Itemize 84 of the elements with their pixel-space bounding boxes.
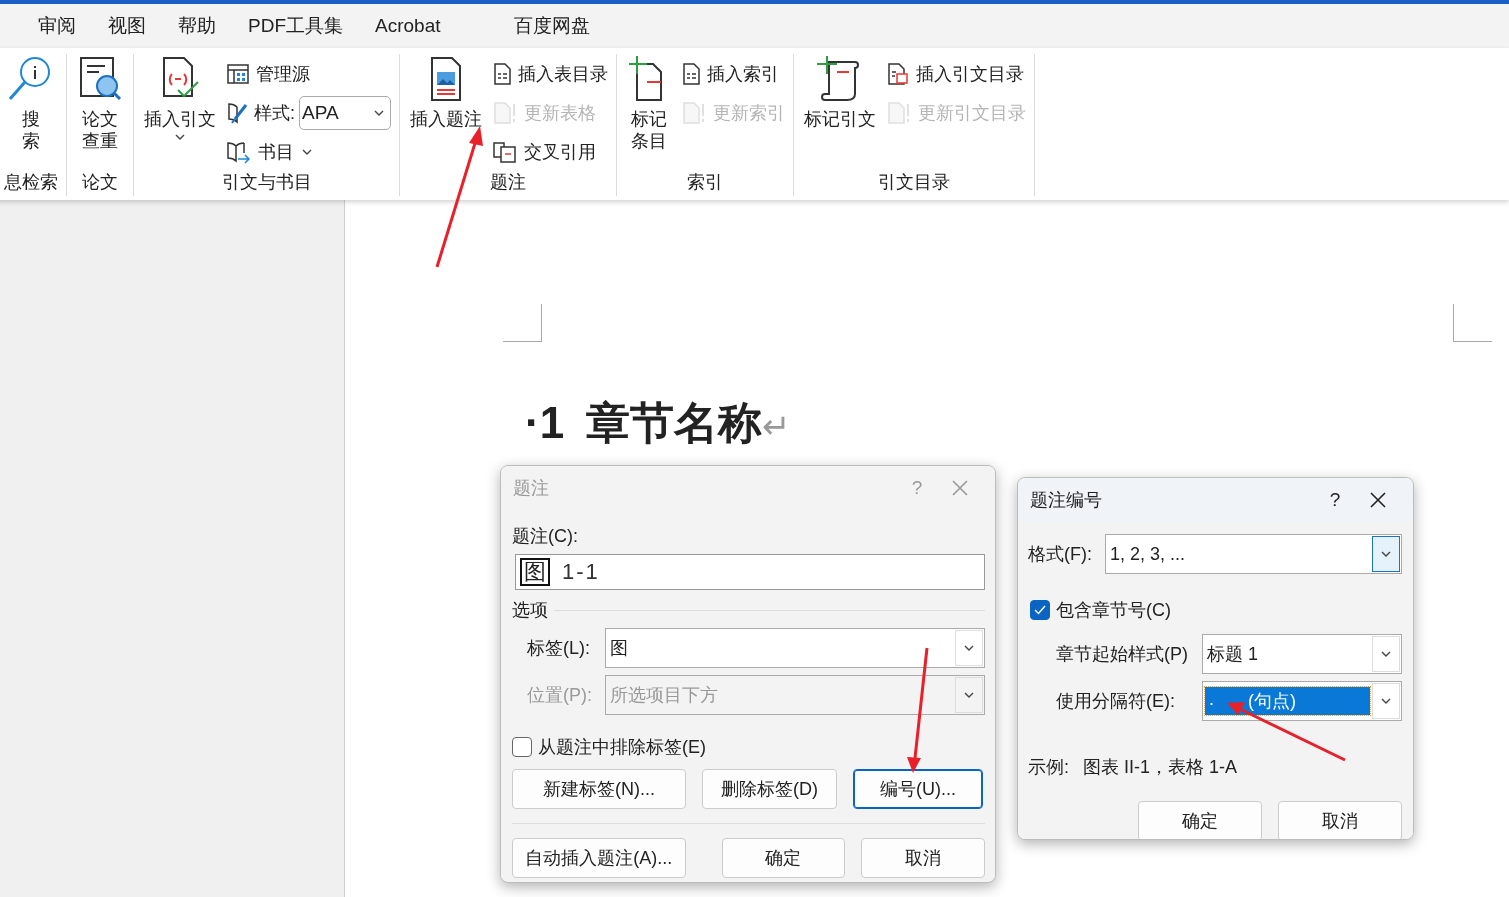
group-label: 索引 — [686, 171, 724, 194]
book-arrow-icon — [226, 139, 252, 164]
menu-tab[interactable]: 审阅 — [22, 9, 92, 43]
ribbon-button[interactable]: 标记引文 — [802, 54, 878, 130]
ribbon-button[interactable]: 插入引文目录 — [886, 58, 1026, 89]
crop-mark — [1453, 304, 1492, 342]
caret-icon — [374, 109, 384, 116]
style-label: 样式: — [254, 101, 295, 125]
checkbox-label: 包含章节号(C) — [1056, 599, 1171, 622]
checkmark-icon — [1034, 605, 1046, 615]
field-label: 使用分隔符(E): — [1055, 690, 1176, 713]
document-icon — [886, 61, 910, 86]
ribbon-button[interactable]: 论文 查重 — [75, 54, 125, 152]
dialog-button[interactable]: 确定 — [1138, 801, 1262, 839]
caption-field[interactable]: 图 1-1 — [515, 554, 985, 590]
checkbox-label: 从题注中排除标签(E) — [538, 736, 706, 759]
ribbon-button[interactable]: 标记 条目 — [625, 54, 673, 152]
heading-number: ·1 — [525, 398, 565, 448]
table-icon — [226, 62, 250, 85]
caret-icon — [302, 148, 312, 155]
checkbox[interactable] — [512, 737, 532, 757]
group-label: 引文与书目 — [220, 171, 313, 194]
dialog-button[interactable]: 自动插入题注(A)... — [512, 838, 686, 878]
ribbon-button[interactable]: 插入题注 — [408, 54, 484, 130]
dropdown-value: . (句点) — [1205, 687, 1370, 715]
ribbon-button[interactable]: 书目 — [226, 136, 391, 167]
ribbon-button[interactable]: 插入索引 — [681, 58, 785, 89]
chevron-icon — [964, 645, 974, 651]
dialog-button[interactable]: 确定 — [721, 838, 846, 878]
ribbon-button[interactable]: 插入表目录 — [492, 58, 608, 89]
group-label: 论文 — [81, 171, 119, 194]
dialog-button[interactable]: 新建标签(N)... — [512, 769, 686, 809]
dialog-title: 题注 — [513, 477, 550, 500]
section-heading: 选项 — [512, 599, 548, 622]
dialog-button[interactable]: 取消 — [861, 838, 985, 878]
ribbon-button[interactable]: 管理源 — [226, 58, 391, 89]
chevron-icon — [964, 692, 974, 698]
cross-reference-icon — [492, 139, 518, 164]
chevron-icon — [1381, 651, 1391, 657]
menu-tab[interactable]: PDF工具集 — [232, 9, 359, 43]
dropdown[interactable]: 1, 2, 3, ... — [1105, 534, 1402, 574]
dropdown[interactable]: 图 — [605, 628, 985, 668]
style-dropdown[interactable]: APA — [299, 95, 391, 130]
group-label: 引文目录 — [877, 171, 951, 194]
dialog-button[interactable]: 编号(U)... — [853, 769, 983, 809]
chevron-icon — [1381, 698, 1391, 704]
menu-tab[interactable]: 帮助 — [162, 9, 232, 43]
group-label: 题注 — [489, 171, 527, 194]
menu-tab[interactable]: 视图 — [92, 9, 162, 43]
field-label: 位置(P): — [526, 684, 593, 707]
example-text: 图表 II-1，表格 1-A — [1083, 756, 1238, 779]
paragraph-mark: ↵ — [762, 407, 791, 446]
field-label: 标签(L): — [526, 637, 591, 660]
menu-tab[interactable]: Acrobat — [359, 11, 457, 41]
dropdown-value: 标题 1 — [1206, 643, 1258, 666]
field-label: 章节起始样式(P) — [1055, 643, 1189, 666]
document-icon — [492, 61, 512, 86]
field-label: 格式(F): — [1028, 543, 1093, 566]
menu-tab[interactable]: 百度网盘 — [498, 9, 607, 43]
dropdown[interactable]: . (句点) — [1202, 681, 1402, 721]
document-icon — [681, 61, 701, 86]
ribbon-button[interactable]: 搜 索 — [4, 54, 58, 152]
field-label: 题注(C): — [512, 525, 579, 548]
document-exclamation-icon — [681, 100, 707, 125]
dialog-title: 题注编号 — [1030, 489, 1103, 512]
example-label: 示例: — [1028, 756, 1069, 779]
dropdown-button[interactable] — [1372, 536, 1400, 572]
chevron-icon — [1381, 551, 1391, 557]
document-exclamation-icon — [886, 100, 912, 125]
caption-label-text: 图 — [520, 558, 550, 586]
checkbox[interactable] — [1030, 600, 1050, 620]
heading-text: 章节名称 — [586, 397, 763, 449]
dropdown[interactable]: 标题 1 — [1202, 634, 1402, 674]
crop-mark — [503, 304, 542, 342]
caption-number: 1-1 — [562, 559, 600, 585]
dialog-button[interactable]: 删除标签(D) — [702, 769, 837, 809]
group-label: 息检索 — [4, 171, 58, 194]
ribbon-button[interactable]: 交叉引用 — [492, 136, 608, 167]
ribbon-button[interactable]: 插入引文 — [142, 54, 218, 140]
caret-icon — [175, 134, 185, 140]
document-exclamation-icon — [492, 100, 518, 125]
dialog-button[interactable]: 取消 — [1278, 801, 1402, 839]
help-button[interactable]: ? — [1315, 488, 1355, 512]
brush-book-icon — [226, 100, 250, 125]
